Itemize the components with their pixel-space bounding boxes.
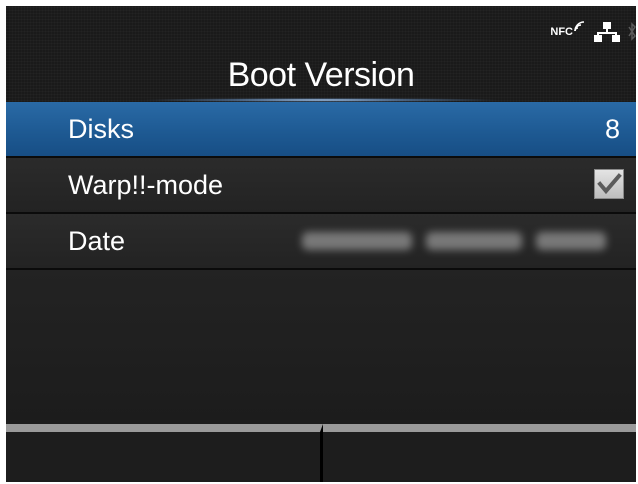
- setting-row-disks[interactable]: Disks 8: [6, 102, 636, 158]
- lan-icon: [594, 21, 620, 43]
- setting-label: Disks: [68, 114, 134, 144]
- title-bar: Boot Version: [6, 50, 636, 102]
- setting-label: Date: [68, 226, 126, 256]
- nfc-label: NFC: [550, 26, 573, 38]
- settings-list: Disks 8 Warp!!-mode Date: [6, 102, 636, 270]
- printer-display: NFC Boot Version Disks 8 Warp!!-mode Dat…: [6, 6, 636, 482]
- setting-value: 8: [604, 114, 620, 144]
- nfc-icon: NFC: [550, 21, 586, 38]
- warp-mode-checkbox[interactable]: [594, 169, 624, 199]
- status-bar: NFC: [550, 20, 636, 44]
- setting-row-date[interactable]: Date: [6, 214, 636, 270]
- softkey-left-button[interactable]: [6, 424, 323, 482]
- page-title: Boot Version: [227, 56, 415, 94]
- setting-row-warp-mode[interactable]: Warp!!-mode: [6, 158, 636, 214]
- list-empty-area: [6, 270, 636, 424]
- obscured-date-value: [302, 232, 622, 250]
- softkey-right-button[interactable]: [322, 424, 636, 482]
- setting-label: Warp!!-mode: [68, 170, 224, 200]
- softkey-bar: [6, 424, 636, 482]
- checkmark-icon: [597, 173, 622, 195]
- bluetooth-icon: [628, 21, 636, 43]
